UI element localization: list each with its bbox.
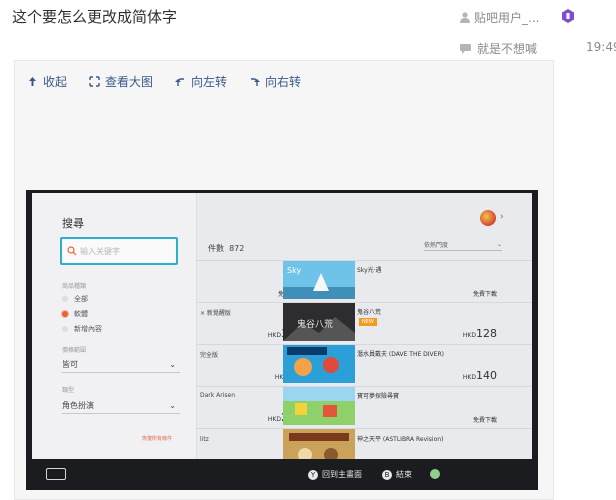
rotate-left-label: 向左转 xyxy=(191,75,228,89)
collapse-label: 收起 xyxy=(43,75,68,89)
home-hint[interactable]: Y 回到主畫面 xyxy=(308,469,362,480)
author-info[interactable]: 贴吧用户_... xyxy=(460,9,539,26)
game-free-label: 免費下載 xyxy=(472,417,497,424)
chevron-down-icon: ⌄ xyxy=(496,241,502,248)
user-icon xyxy=(460,12,470,23)
svg-text:鬼谷八荒: 鬼谷八荒 xyxy=(297,318,333,330)
genre-value: 角色扮演 xyxy=(62,401,94,410)
reply-info: 就是不想喊 xyxy=(460,40,537,57)
sort-select[interactable]: 依熱門度 ⌄ xyxy=(424,239,502,251)
currency: HKD xyxy=(267,332,281,339)
game-thumbnail[interactable] xyxy=(283,429,355,459)
author-name[interactable]: 贴吧用户_... xyxy=(474,9,539,26)
filter-label: 商品種類 xyxy=(62,283,87,290)
end-hint[interactable]: B 結束 xyxy=(382,469,412,480)
radio-label: 新增內容 xyxy=(74,325,102,333)
game-title[interactable]: Sky光·遇 xyxy=(357,265,382,274)
image-viewer: 收起 查看大图 向左转 向右转 搜尋 输入关键字 商品種類 全部 軟體 新增內容… xyxy=(14,60,554,500)
viewer-toolbar: 收起 查看大图 向左转 向右转 xyxy=(27,73,301,90)
post-title: 这个要怎么更改成简体字 xyxy=(12,8,178,26)
rotate-left-icon xyxy=(175,78,185,86)
search-placeholder: 输入关键字 xyxy=(80,246,120,256)
collapse-icon xyxy=(29,77,36,86)
result-count: 件數 872 xyxy=(208,243,244,254)
sort-value: 依熱門度 xyxy=(424,242,449,249)
view-large-label: 查看大图 xyxy=(105,75,154,89)
eshop-screen: 搜尋 输入关键字 商品種類 全部 軟體 新增內容 價格範圍 皆可 ⌄ 類型 角色扮… xyxy=(32,193,532,459)
game-title[interactable]: 鬼谷八荒 xyxy=(357,307,381,316)
row-divider xyxy=(197,344,532,345)
game-thumbnail[interactable]: Sky xyxy=(283,261,355,299)
left-game-name: Dark Arisen xyxy=(200,392,236,399)
radio-label: 軟體 xyxy=(74,310,88,318)
page: { "post": { "title": "这个要怎么更改成简体字", "aut… xyxy=(0,0,616,500)
price-value: 140 xyxy=(476,369,497,382)
row-divider xyxy=(197,260,532,261)
user-status-icon xyxy=(430,469,440,479)
rotate-right-button[interactable]: 向右转 xyxy=(249,73,301,90)
currency: HKD xyxy=(462,374,476,381)
comment-icon xyxy=(460,43,471,54)
radio-software[interactable]: 軟體 xyxy=(62,309,88,319)
row-divider xyxy=(197,302,532,303)
badge-icon xyxy=(562,9,574,23)
game-title[interactable]: 神之天平 (ASTLIBRA Revision) xyxy=(357,434,443,443)
radio-label: 全部 xyxy=(74,295,88,303)
avatar[interactable] xyxy=(480,210,496,226)
game-thumbnail[interactable] xyxy=(283,387,355,425)
search-input[interactable]: 输入关键字 xyxy=(60,237,178,265)
reply-time: 19:49 xyxy=(586,40,616,54)
count-value: 872 xyxy=(229,244,245,253)
genre-select[interactable]: 角色扮演 ⌄ xyxy=(62,398,180,414)
row-divider xyxy=(197,386,532,387)
radio-dot xyxy=(62,296,68,302)
game-free-label: 免費下載 xyxy=(472,291,497,298)
chevron-down-icon: ⌄ xyxy=(169,360,176,369)
search-title: 搜尋 xyxy=(62,217,84,230)
search-icon xyxy=(67,246,77,256)
home-hint-label: 回到主畫面 xyxy=(322,470,362,479)
new-badge: NEW xyxy=(359,318,377,326)
game-thumbnail[interactable]: 鬼谷八荒 xyxy=(283,303,355,341)
y-button-icon: Y xyxy=(308,469,318,480)
clear-filters-link[interactable]: 恢復所有條件 xyxy=(142,435,172,442)
radio-dot xyxy=(62,326,68,332)
game-price: HKD128 xyxy=(447,327,497,340)
left-game-name: × 新覺醒版 xyxy=(200,310,231,317)
game-thumbnail[interactable] xyxy=(283,345,355,383)
attached-photo[interactable]: 搜尋 输入关键字 商品種類 全部 軟體 新增內容 價格範圍 皆可 ⌄ 類型 角色扮… xyxy=(26,190,538,490)
b-button-icon: B xyxy=(382,469,392,480)
search-panel: 搜尋 输入关键字 商品種類 全部 軟體 新增內容 價格範圍 皆可 ⌄ 類型 角色扮… xyxy=(32,193,197,459)
row-divider xyxy=(197,428,532,429)
price-value: 皆可 xyxy=(62,360,78,369)
expand-icon xyxy=(89,76,100,87)
end-hint-label: 結束 xyxy=(396,470,412,479)
eshop-bottom-bar: Y 回到主畫面 B 結束 xyxy=(26,459,538,490)
switch-console-icon xyxy=(46,468,66,480)
genre-label: 類型 xyxy=(62,387,75,394)
left-game-name: 完全版 xyxy=(200,352,219,359)
game-title[interactable]: 潛水員戴夫 (DAVE THE DIVER) xyxy=(357,349,444,358)
radio-dlc[interactable]: 新增內容 xyxy=(62,324,102,334)
collapse-button[interactable]: 收起 xyxy=(27,73,67,90)
price-select[interactable]: 皆可 ⌄ xyxy=(62,357,180,373)
svg-text:Sky: Sky xyxy=(287,266,301,275)
radio-dot-selected xyxy=(62,311,68,317)
rotate-right-label: 向右转 xyxy=(265,75,302,89)
chevron-down-icon: ⌄ xyxy=(169,401,176,410)
currency: HKD xyxy=(267,416,281,423)
rotate-left-button[interactable]: 向左转 xyxy=(175,73,227,90)
game-price: HKD140 xyxy=(447,369,497,382)
price-label: 價格範圍 xyxy=(62,347,87,354)
radio-all[interactable]: 全部 xyxy=(62,294,88,304)
left-game-name: litz xyxy=(200,436,209,443)
reply-author[interactable]: 就是不想喊 xyxy=(477,40,537,57)
view-large-button[interactable]: 查看大图 xyxy=(89,73,153,90)
rotate-right-icon xyxy=(251,78,261,86)
price-value: 128 xyxy=(476,327,497,340)
currency: HKD xyxy=(462,332,476,339)
game-title[interactable]: 寶可夢探險尋寶 xyxy=(357,391,399,400)
chevron-right-icon: › xyxy=(500,212,504,222)
count-label: 件數 xyxy=(208,244,224,253)
